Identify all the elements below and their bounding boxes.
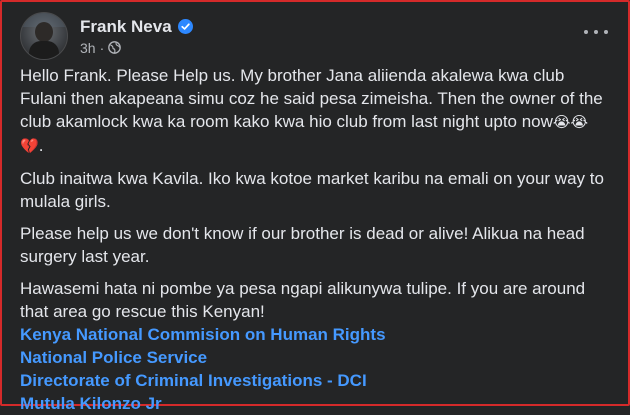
mention-dci[interactable]: Directorate of Criminal Investigations -… (20, 369, 615, 392)
mention-police-service[interactable]: National Police Service (20, 346, 615, 369)
separator-dot: · (99, 39, 105, 56)
post-time[interactable]: 3h (80, 40, 96, 56)
more-options-icon[interactable] (584, 22, 608, 42)
mention-links: Kenya National Commision on Human Rights… (20, 323, 615, 415)
globe-icon[interactable] (108, 41, 122, 54)
post-body: Hello Frank. Please Help us. My brother … (20, 64, 615, 415)
avatar[interactable] (20, 12, 68, 60)
paragraph-1-text: Hello Frank. Please Help us. My brother … (20, 66, 603, 131)
paragraph-4: Hawasemi hata ni pombe ya pesa ngapi ali… (20, 279, 586, 321)
mention-mutula-kilonzo[interactable]: Mutula Kilonzo Jr (20, 392, 615, 415)
paragraph-2: Club inaitwa kwa Kavila. Iko kwa kotoe m… (20, 169, 604, 211)
post-meta: Frank Neva 3h · (80, 17, 193, 56)
mention-knchr[interactable]: Kenya National Commision on Human Rights (20, 323, 615, 346)
post-header: Frank Neva 3h · (20, 12, 193, 60)
paragraph-1: Hello Frank. Please Help us. My brother … (20, 64, 615, 158)
paragraph-1-end: . (38, 136, 44, 155)
author-name[interactable]: Frank Neva (80, 17, 172, 37)
paragraph-3: Please help us we don't know if our brot… (20, 224, 585, 266)
verified-badge-icon (177, 19, 193, 34)
